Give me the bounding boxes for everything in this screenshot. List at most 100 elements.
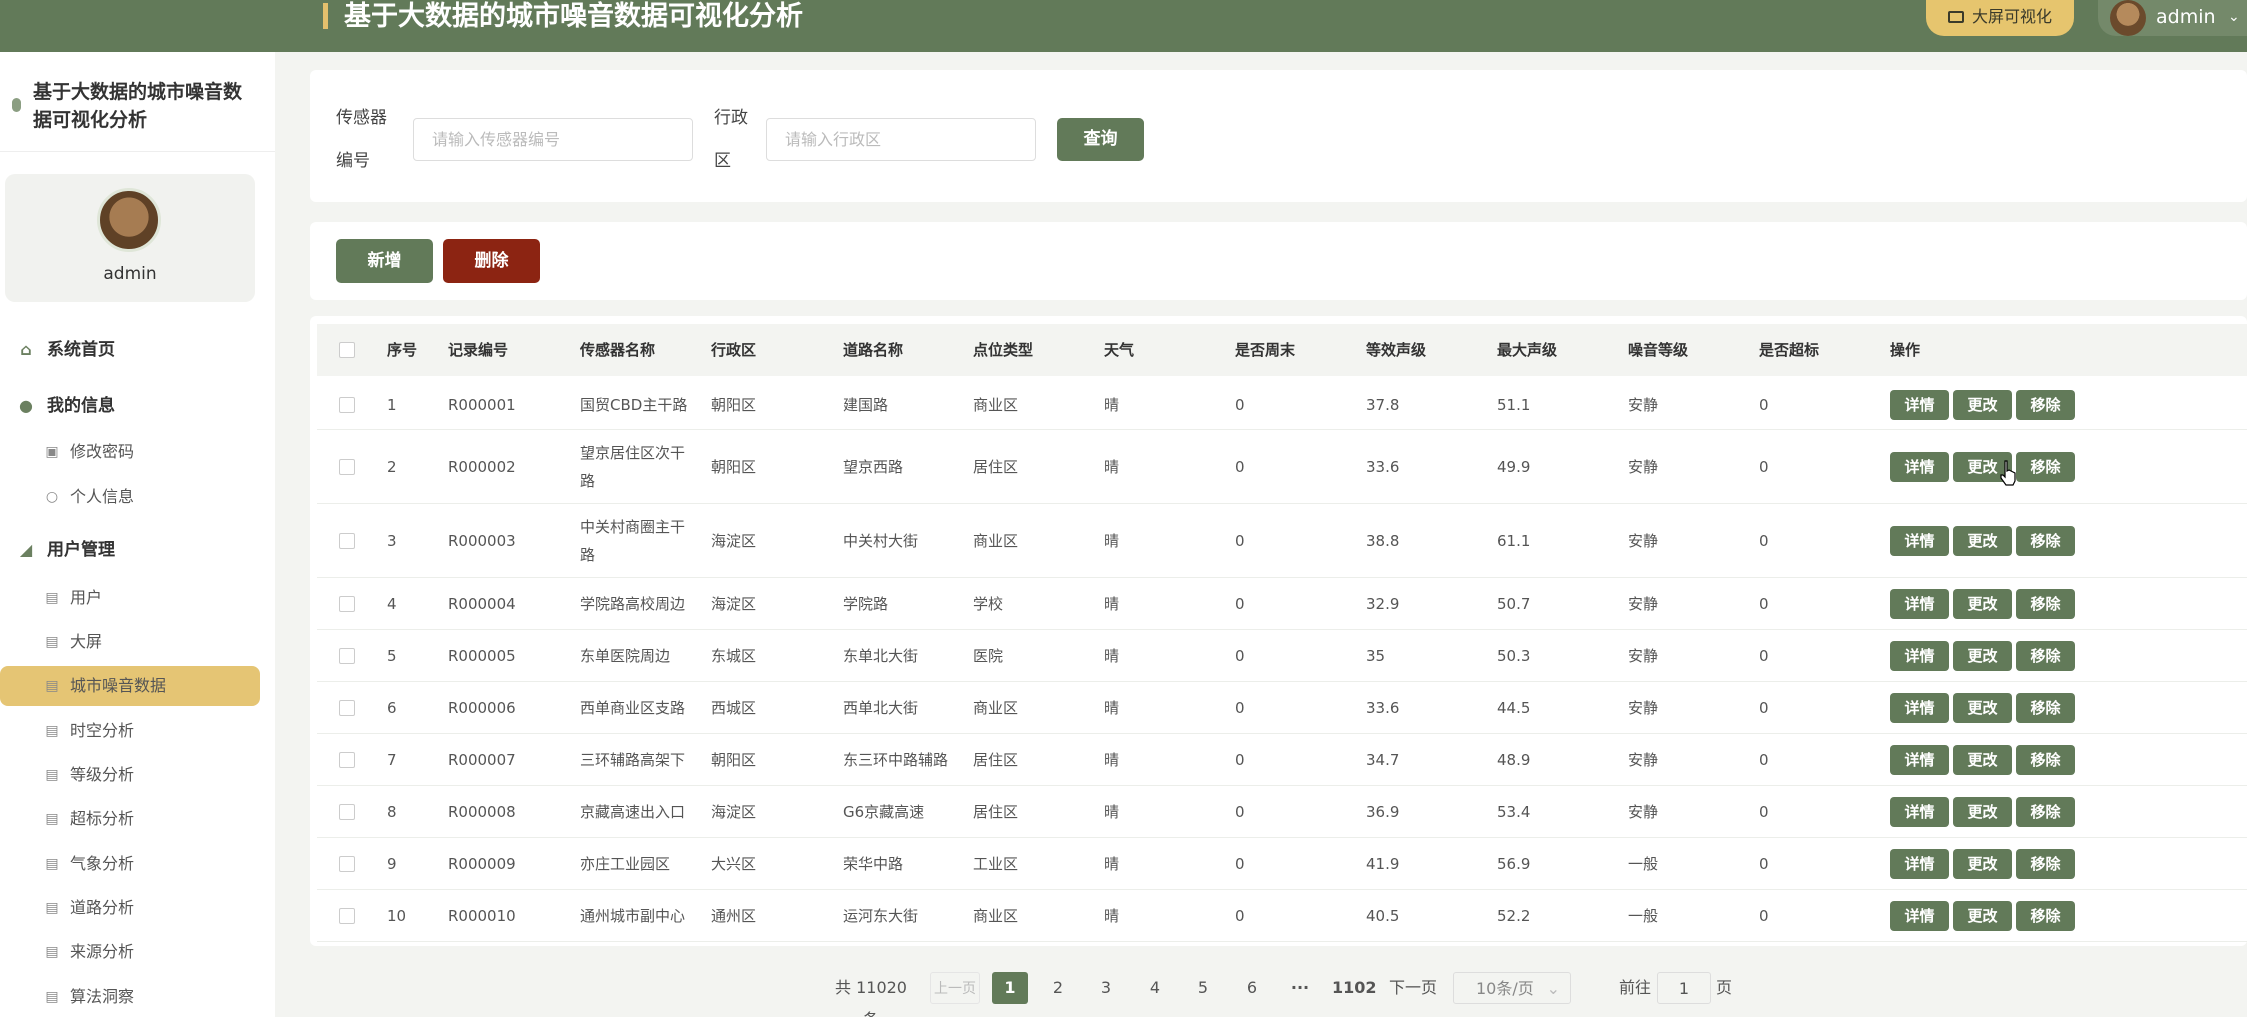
detail-button[interactable]: 详情	[1890, 797, 1949, 827]
detail-button[interactable]: 详情	[1890, 901, 1949, 931]
row-checkbox[interactable]	[339, 459, 355, 475]
avatar	[97, 188, 161, 252]
row-checkbox[interactable]	[339, 752, 355, 768]
detail-button[interactable]: 详情	[1890, 452, 1949, 482]
sidebar-item-my-info[interactable]: ● 我的信息	[0, 386, 275, 426]
cell-lmax: 50.7	[1497, 595, 1531, 613]
remove-button[interactable]: 移除	[2016, 452, 2075, 482]
row-checkbox[interactable]	[339, 908, 355, 924]
edit-button[interactable]: 更改	[1953, 901, 2012, 931]
sidebar-item-spatiotemporal[interactable]: ▤ 时空分析	[0, 711, 275, 751]
cell-point-type: 商业区	[973, 532, 1019, 550]
table-row: 8 R000008 海淀区 G6京藏高速 居住区 晴 0 36.9 53.4 安静 0 京藏高速出入口…	[317, 786, 2247, 838]
cell-district: 海淀区	[711, 803, 757, 821]
cell-sensor-name: 国贸CBD主干路	[580, 396, 688, 414]
prev-page-button[interactable]: 上一页	[930, 972, 980, 1004]
remove-button[interactable]: 移除	[2016, 693, 2075, 723]
sidebar-item-noise-data[interactable]: ▤ 城市噪音数据	[0, 666, 260, 706]
row-checkbox[interactable]	[339, 856, 355, 872]
cell-lmax: 50.3	[1497, 647, 1531, 665]
district-input[interactable]	[766, 118, 1036, 161]
sidebar-item-change-password[interactable]: ▣ 修改密码	[0, 432, 275, 472]
edit-button[interactable]: 更改	[1953, 745, 2012, 775]
next-page-button[interactable]: 下一页	[1388, 972, 1438, 1004]
edit-button[interactable]: 更改	[1953, 390, 2012, 420]
col-header-exceed: 是否超标	[1759, 341, 1820, 359]
row-checkbox[interactable]	[339, 804, 355, 820]
goto-page-input[interactable]: 1	[1657, 972, 1711, 1004]
page-4[interactable]: 4	[1137, 972, 1173, 1004]
detail-button[interactable]: 详情	[1890, 526, 1949, 556]
detail-button[interactable]: 详情	[1890, 849, 1949, 879]
page-5[interactable]: 5	[1185, 972, 1221, 1004]
page-2[interactable]: 2	[1040, 972, 1076, 1004]
sidebar-item-bigscreen[interactable]: ▤ 大屏	[0, 622, 275, 662]
row-checkbox[interactable]	[339, 648, 355, 664]
row-checkbox[interactable]	[339, 397, 355, 413]
cell-point-type: 工业区	[973, 855, 1019, 873]
cell-sensor-name: 亦庄工业园区	[580, 855, 671, 873]
person-icon: ○	[45, 489, 59, 505]
bigscreen-button[interactable]: 大屏可视化	[1926, 0, 2074, 36]
pagination-ellipsis[interactable]: ···	[1282, 972, 1318, 1004]
sidebar-item-exceed-analysis[interactable]: ▤ 超标分析	[0, 799, 275, 839]
cell-lmax: 52.2	[1497, 907, 1531, 925]
sidebar-item-road-analysis[interactable]: ▤ 道路分析	[0, 888, 275, 928]
remove-button[interactable]: 移除	[2016, 745, 2075, 775]
remove-button[interactable]: 移除	[2016, 797, 2075, 827]
edit-button[interactable]: 更改	[1953, 589, 2012, 619]
add-button[interactable]: 新增	[336, 239, 433, 283]
edit-button[interactable]: 更改	[1953, 641, 2012, 671]
cell-weekend: 0	[1235, 907, 1245, 925]
page-last[interactable]: 1102	[1332, 972, 1377, 1004]
remove-button[interactable]: 移除	[2016, 390, 2075, 420]
remove-button[interactable]: 移除	[2016, 849, 2075, 879]
page-6[interactable]: 6	[1234, 972, 1270, 1004]
sidebar-item-profile[interactable]: ○ 个人信息	[0, 477, 275, 517]
remove-button[interactable]: 移除	[2016, 526, 2075, 556]
page-size-select[interactable]: 10条/页 ⌄	[1453, 972, 1571, 1004]
user-menu[interactable]: admin ⌄	[2098, 0, 2247, 36]
sidebar-item-users[interactable]: ▤ 用户	[0, 578, 275, 618]
cell-weather: 晴	[1104, 595, 1120, 613]
sensor-label-2: 编号	[336, 151, 370, 171]
sidebar-item-home[interactable]: ⌂ 系统首页	[0, 330, 275, 370]
row-checkbox[interactable]	[339, 596, 355, 612]
sidebar-item-source-analysis[interactable]: ▤ 来源分析	[0, 932, 275, 972]
select-all-checkbox[interactable]	[339, 342, 355, 358]
col-header-point-type: 点位类型	[973, 341, 1034, 359]
sensor-id-input[interactable]	[413, 118, 693, 161]
edit-button[interactable]: 更改	[1953, 526, 2012, 556]
sidebar-item-level-analysis[interactable]: ▤ 等级分析	[0, 755, 275, 795]
detail-button[interactable]: 详情	[1890, 693, 1949, 723]
cell-point-type: 居住区	[973, 803, 1019, 821]
detail-button[interactable]: 详情	[1890, 390, 1949, 420]
bigscreen-label: 大屏可视化	[1971, 7, 2052, 26]
cell-weather: 晴	[1104, 751, 1120, 769]
row-checkbox[interactable]	[339, 533, 355, 549]
cell-leq: 34.7	[1366, 751, 1400, 769]
remove-button[interactable]: 移除	[2016, 589, 2075, 619]
sidebar-item-algorithm-insight[interactable]: ▤ 算法洞察	[0, 977, 275, 1017]
cell-exceed: 0	[1759, 595, 1769, 613]
edit-button[interactable]: 更改	[1953, 797, 2012, 827]
edit-button[interactable]: 更改	[1953, 849, 2012, 879]
cell-weekend: 0	[1235, 699, 1245, 717]
row-checkbox[interactable]	[339, 700, 355, 716]
page-1[interactable]: 1	[992, 972, 1028, 1004]
cell-index: 6	[387, 699, 397, 717]
delete-button[interactable]: 删除	[443, 239, 540, 283]
query-button[interactable]: 查询	[1057, 118, 1144, 161]
page-3[interactable]: 3	[1088, 972, 1124, 1004]
remove-button[interactable]: 移除	[2016, 641, 2075, 671]
sidebar-item-user-management[interactable]: ◢ 用户管理	[0, 530, 275, 570]
remove-button[interactable]: 移除	[2016, 901, 2075, 931]
sidebar-item-weather-analysis[interactable]: ▤ 气象分析	[0, 844, 275, 884]
detail-button[interactable]: 详情	[1890, 745, 1949, 775]
col-header-leq: 等效声级	[1366, 341, 1427, 359]
detail-button[interactable]: 详情	[1890, 641, 1949, 671]
edit-button[interactable]: 更改	[1953, 693, 2012, 723]
document-icon: ▤	[45, 856, 59, 872]
detail-button[interactable]: 详情	[1890, 589, 1949, 619]
cell-road: 中关村大街	[843, 532, 919, 550]
